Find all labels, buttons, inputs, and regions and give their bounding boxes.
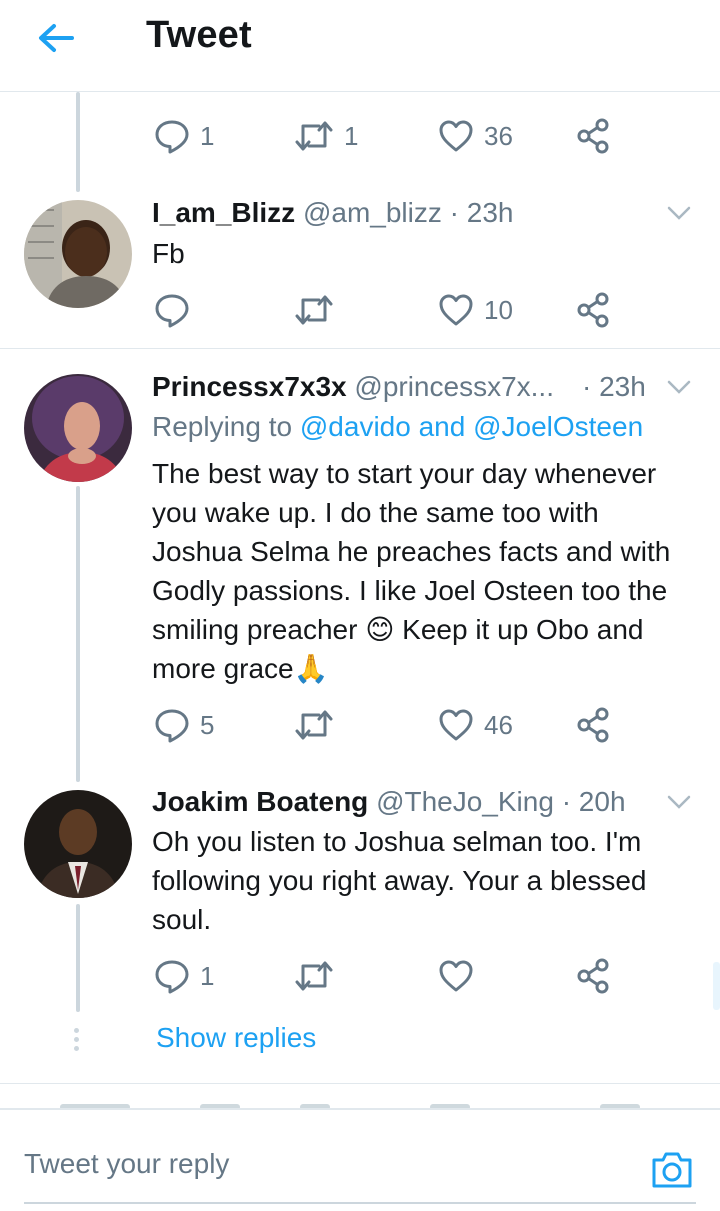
reply-icon xyxy=(155,960,189,994)
camera-icon xyxy=(652,1152,692,1188)
share-button[interactable] xyxy=(576,290,612,330)
scroll-indicator[interactable] xyxy=(713,962,720,1010)
retweet-button[interactable] xyxy=(294,290,344,330)
like-count: 10 xyxy=(484,294,513,325)
retweet-button[interactable]: 1 xyxy=(294,116,358,156)
reply-underline xyxy=(24,1202,696,1204)
retweet-button[interactable] xyxy=(294,705,344,745)
thread-line xyxy=(76,92,80,192)
chevron-down-icon[interactable] xyxy=(666,374,692,400)
thread-dots xyxy=(74,1028,80,1055)
retweet-icon xyxy=(295,961,333,991)
like-button[interactable]: 46 xyxy=(438,705,513,745)
tweet-actions: 1 xyxy=(154,956,624,996)
back-button[interactable] xyxy=(34,18,78,62)
display-name[interactable]: Joakim Boateng xyxy=(152,786,368,817)
top-app-bar: Tweet xyxy=(0,0,720,92)
reply-icon xyxy=(155,709,189,743)
share-icon xyxy=(577,118,609,154)
tweet-time: · 23h xyxy=(582,371,646,402)
show-replies-link[interactable]: Show replies xyxy=(156,1022,316,1054)
retweet-icon xyxy=(295,121,333,151)
next-tweet-peek xyxy=(0,1100,720,1108)
reply-input[interactable] xyxy=(24,1140,584,1188)
reply-icon xyxy=(155,294,189,328)
display-name[interactable]: Princessx7x3x xyxy=(152,371,347,402)
heart-icon xyxy=(439,960,473,992)
thread-line xyxy=(76,904,80,1012)
share-button[interactable] xyxy=(576,705,612,745)
retweet-button[interactable] xyxy=(294,956,344,996)
display-name[interactable]: I_am_Blizz xyxy=(152,197,295,228)
share-icon xyxy=(577,292,609,328)
tweet-header: I_am_Blizz @am_blizz · 23h xyxy=(152,196,513,230)
heart-icon xyxy=(439,709,473,741)
tweet-header: Princessx7x3x @princessx7x... xyxy=(152,370,554,404)
heart-icon xyxy=(439,120,473,152)
avatar[interactable] xyxy=(24,374,132,482)
retweet-icon xyxy=(295,710,333,740)
handle-time: @am_blizz · 23h xyxy=(302,197,514,228)
reply-count: 5 xyxy=(200,709,215,740)
thread-line xyxy=(76,486,80,782)
retweet-count: 1 xyxy=(344,120,359,151)
chevron-down-icon[interactable] xyxy=(666,200,692,226)
like-button[interactable]: 10 xyxy=(438,290,513,330)
like-button[interactable] xyxy=(438,956,484,996)
share-button[interactable] xyxy=(576,116,612,156)
tweet-text: Fb xyxy=(152,238,185,269)
divider xyxy=(0,348,720,349)
reply-icon xyxy=(155,120,189,154)
page-title: Tweet xyxy=(146,14,252,56)
reply-count: 1 xyxy=(200,120,215,151)
divider xyxy=(0,1083,720,1084)
tweet-actions: 5 46 xyxy=(154,705,624,745)
tweet-text: Oh you listen to Joshua selman too. I'm … xyxy=(152,826,647,935)
replying-to-label: Replying to xyxy=(152,411,293,442)
avatar[interactable] xyxy=(24,200,132,308)
handle: @princessx7x... xyxy=(354,371,554,402)
handle-time: @TheJo_King · 20h xyxy=(376,786,626,817)
like-count: 46 xyxy=(484,709,513,740)
reply-composer xyxy=(0,1108,720,1211)
like-button[interactable]: 36 xyxy=(438,116,513,156)
reply-button[interactable]: 1 xyxy=(154,116,214,156)
tweet-actions: 1 1 36 xyxy=(154,116,624,156)
tweet-text: The best way to start your day whenever … xyxy=(152,458,671,684)
heart-icon xyxy=(439,294,473,326)
tweet-actions: 10 xyxy=(154,290,624,330)
share-button[interactable] xyxy=(576,956,612,996)
reply-button[interactable] xyxy=(154,290,200,330)
share-icon xyxy=(577,958,609,994)
reply-button[interactable]: 5 xyxy=(154,705,214,745)
share-icon xyxy=(577,707,609,743)
replying-to: Replying to @davido and @JoelOsteen xyxy=(152,410,643,444)
camera-button[interactable] xyxy=(650,1148,694,1192)
replying-to-mentions[interactable]: @davido and @JoelOsteen xyxy=(300,411,643,442)
arrow-left-icon xyxy=(39,24,74,52)
tweet-header: Joakim Boateng @TheJo_King · 20h xyxy=(152,785,626,819)
reply-count: 1 xyxy=(200,960,215,991)
retweet-icon xyxy=(295,295,333,325)
reply-button[interactable]: 1 xyxy=(154,956,214,996)
avatar[interactable] xyxy=(24,790,132,898)
chevron-down-icon[interactable] xyxy=(666,789,692,815)
like-count: 36 xyxy=(484,120,513,151)
